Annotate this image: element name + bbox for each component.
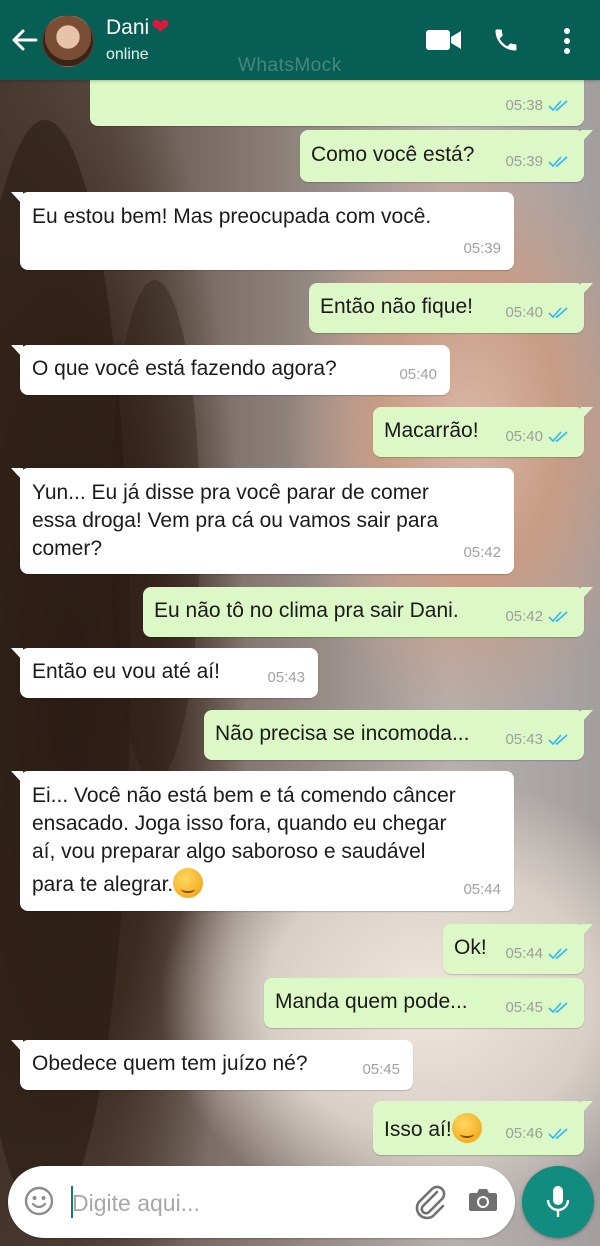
message-meta: 05:43 (505, 726, 570, 754)
message-time: 05:43 (267, 669, 305, 686)
message-text: Isso aí! (384, 1118, 452, 1141)
double-tick-read-icon (548, 431, 568, 443)
message-bubble-incoming[interactable]: O que você está fazendo agora? 05:40 (11, 345, 450, 395)
message-meta: 05:39 (505, 148, 570, 176)
message-text: O que você está fazendo agora? (32, 357, 337, 380)
double-tick-read-icon (548, 307, 568, 319)
message-time: 05:40 (505, 428, 543, 445)
message-bubble-outgoing[interactable]: Eu não tô no clima pra sair Dani. 05:42 (143, 587, 593, 637)
contact-name[interactable]: Dani❤ (106, 14, 170, 40)
message-text-line: Yun... Eu já disse pra você parar de com… (32, 481, 429, 504)
video-call-icon[interactable] (426, 29, 462, 55)
message-text-line: essa droga! Vem pra cá ou vamos sair par… (32, 509, 439, 532)
message-text: Manda quem pode... (275, 990, 468, 1013)
emoji-icon[interactable] (24, 1186, 54, 1220)
message-time: 05:44 (505, 945, 543, 962)
message-meta: 05:38 (505, 92, 570, 120)
message-bubble-incoming[interactable]: Ei... Você não está bem e tá comendo cân… (11, 771, 514, 911)
camera-icon[interactable] (468, 1187, 498, 1217)
message-time: 05:39 (463, 240, 501, 257)
message-text: Macarrão! (384, 419, 479, 442)
relieved-face-emoji (173, 868, 204, 898)
message-time: 05:43 (505, 731, 543, 748)
message-meta: 05:42 (505, 603, 570, 631)
message-meta: 05:40 (505, 299, 570, 327)
message-meta: 05:45 (505, 994, 570, 1022)
message-bubble-incoming[interactable]: Obedece quem tem juízo né? 05:45 (11, 1040, 413, 1090)
double-tick-read-icon (548, 948, 568, 960)
message-bubble-incoming[interactable]: Eu estou bem! Mas preocupada com você. 0… (11, 192, 514, 270)
message-bubble-outgoing[interactable]: Então não fique! 05:40 (309, 283, 593, 333)
message-composer[interactable]: Digite aqui... (8, 1166, 515, 1238)
message-text-line: ensacado. Joga isso fora, quando eu cheg… (32, 812, 447, 835)
message-text: Eu não tô no clima pra sair Dani. (154, 599, 459, 622)
message-meta: 05:40 (505, 423, 570, 451)
mic-icon (546, 1186, 570, 1217)
double-tick-read-icon (548, 611, 568, 623)
message-time: 05:46 (505, 1125, 543, 1142)
message-input[interactable]: Digite aqui... (72, 1190, 200, 1217)
message-bubble-outgoing[interactable]: Ok! 05:44 (443, 924, 593, 974)
message-text: Então não fique! (320, 295, 473, 318)
message-bubble-outgoing[interactable]: Como você está? 05:39 (300, 130, 593, 182)
chat-header: Dani❤ online WhatsMock (0, 0, 600, 80)
avatar[interactable] (42, 15, 94, 67)
message-time: 05:40 (505, 304, 543, 321)
message-time: 05:40 (399, 366, 437, 383)
double-tick-read-icon (548, 100, 568, 112)
contact-name-text: Dani (106, 16, 150, 39)
more-vert-icon[interactable] (562, 27, 572, 59)
message-text-line: para te alegrar. (32, 873, 174, 896)
heart-emoji: ❤ (151, 14, 170, 39)
message-time: 05:42 (463, 544, 501, 561)
message-time: 05:45 (362, 1061, 400, 1078)
message-text: Obedece quem tem juízo né? (32, 1052, 308, 1075)
double-tick-read-icon (548, 1002, 568, 1014)
message-bubble-outgoing[interactable]: Macarrão! 05:40 (373, 407, 593, 457)
message-time: 05:38 (505, 97, 543, 114)
contact-status: online (106, 46, 149, 63)
message-bubble-outgoing[interactable]: Isso aí! 05:46 (373, 1101, 593, 1155)
message-text-line: Ei... Você não está bem e tá comendo cân… (32, 784, 456, 807)
phone-icon[interactable] (492, 26, 520, 58)
message-time: 05:44 (463, 881, 501, 898)
message-text: Não precisa se incomoda... (215, 722, 470, 745)
message-bubble-incoming[interactable]: Yun... Eu já disse pra você parar de com… (11, 468, 514, 574)
message-bubble-outgoing[interactable]: Manda quem pode... 05:45 (264, 978, 584, 1028)
back-arrow-icon[interactable] (10, 24, 38, 56)
mic-button[interactable] (522, 1166, 594, 1238)
double-tick-read-icon (548, 156, 568, 168)
double-tick-read-icon (548, 734, 568, 746)
message-meta: 05:44 (505, 940, 570, 968)
message-text-line: aí, vou preparar algo saboroso e saudáve… (32, 840, 426, 863)
message-time: 05:39 (505, 153, 543, 170)
winking-face-emoji (451, 1113, 482, 1143)
attach-icon[interactable] (413, 1184, 447, 1224)
message-meta: 05:46 (505, 1120, 570, 1148)
message-text-line-with-emoji: para te alegrar. (32, 868, 204, 899)
message-time: 05:45 (505, 999, 543, 1016)
message-text-with-emoji: Isso aí! (384, 1113, 482, 1144)
message-time: 05:42 (505, 608, 543, 625)
message-bubble-outgoing[interactable]: Não precisa se incomoda... 05:43 (204, 710, 593, 760)
message-text: Eu estou bem! Mas preocupada com você. (32, 205, 432, 228)
double-tick-read-icon (548, 1128, 568, 1140)
message-bubble-incoming[interactable]: Então eu vou até aí! 05:43 (11, 648, 318, 698)
message-text: Ok! (454, 936, 487, 959)
message-text-line: comer? (32, 537, 103, 560)
message-text: Então eu vou até aí! (32, 660, 220, 683)
message-text: Como você está? (311, 143, 475, 166)
watermark: WhatsMock (238, 55, 342, 76)
